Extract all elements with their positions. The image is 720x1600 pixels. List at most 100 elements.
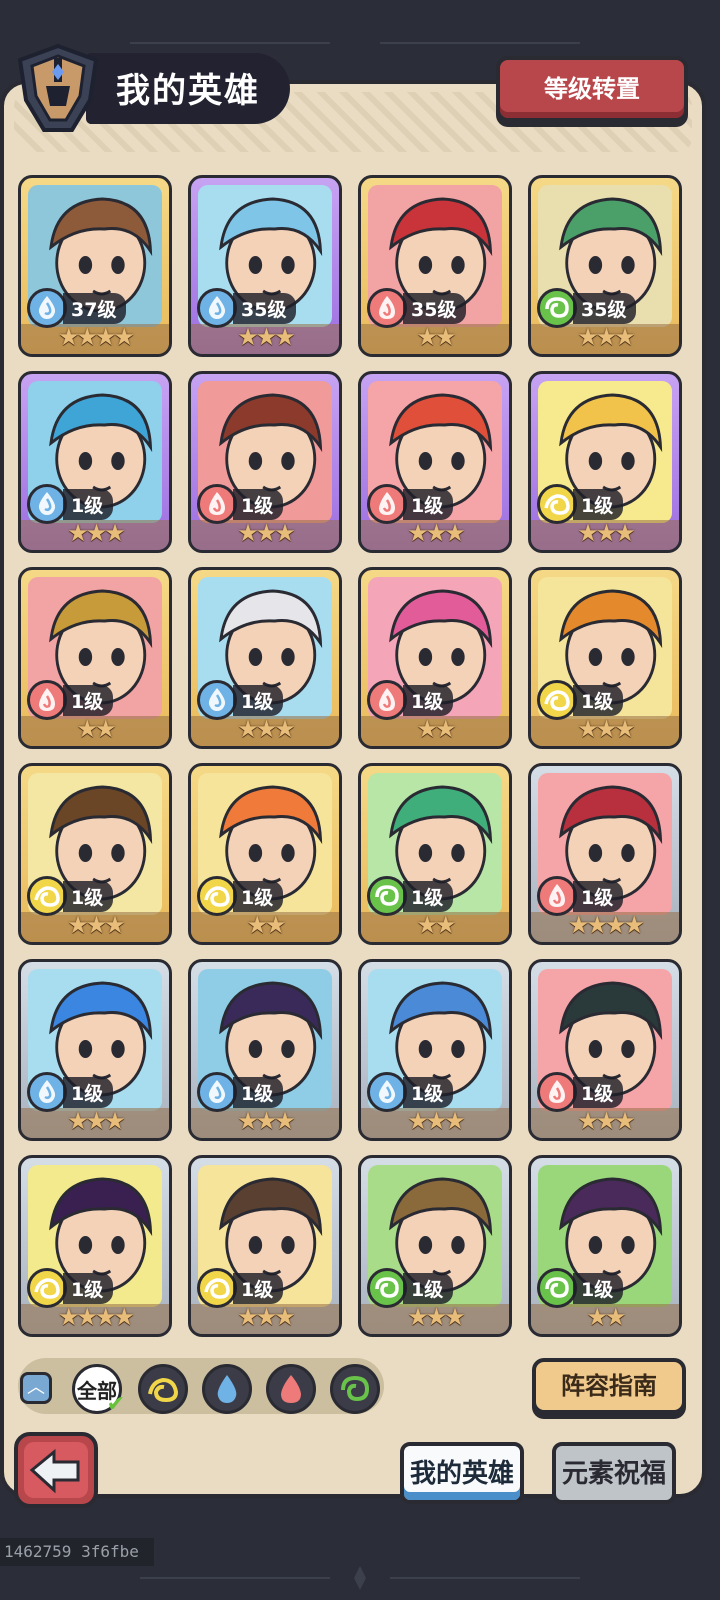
water-element-icon — [27, 288, 67, 328]
filter-wind-chip[interactable] — [330, 1364, 380, 1414]
hero-card[interactable]: 1级 ★★★ — [18, 959, 172, 1141]
hero-card[interactable]: 1级 ★★★ — [528, 567, 682, 749]
wind-element-icon — [367, 1268, 407, 1308]
hero-level-badge: 1级 — [367, 1072, 454, 1112]
earth-element-icon — [27, 876, 67, 916]
earth-element-icon — [537, 680, 577, 720]
hero-stars: ★★★★ — [57, 1303, 135, 1331]
hero-card[interactable]: 1级 ★★★★ — [528, 763, 682, 945]
hero-card[interactable]: 1级 ★★★ — [528, 959, 682, 1141]
fire-element-icon — [537, 876, 577, 916]
hero-card[interactable]: 1级 ★★★ — [358, 959, 512, 1141]
hero-card[interactable]: 1级 ★★★★ — [18, 1155, 172, 1337]
hero-level-badge: 35级 — [537, 288, 637, 328]
hero-level: 1级 — [573, 488, 624, 520]
hero-card[interactable]: 1级 ★★★ — [358, 1155, 512, 1337]
hero-level: 35级 — [403, 292, 467, 324]
water-element-icon — [197, 680, 237, 720]
water-element-icon — [367, 1072, 407, 1112]
hero-card[interactable]: 35级 ★★★ — [188, 175, 342, 357]
hero-level: 1级 — [63, 880, 114, 912]
hero-level-badge: 1级 — [197, 1268, 284, 1308]
hero-card[interactable]: 35级 ★★★ — [528, 175, 682, 357]
hero-stars: ★★ — [246, 911, 286, 939]
hero-card[interactable]: 1级 ★★★ — [18, 371, 172, 553]
hero-level: 35级 — [233, 292, 297, 324]
hero-level-badge: 1级 — [27, 680, 114, 720]
hero-stars: ★★ — [586, 1303, 626, 1331]
hero-level-badge: 1级 — [197, 680, 284, 720]
hero-level: 1级 — [233, 488, 284, 520]
fire-element-icon — [281, 1375, 301, 1403]
hero-level: 1级 — [573, 880, 624, 912]
hero-stars: ★★ — [416, 911, 456, 939]
filter-water-chip[interactable] — [202, 1364, 252, 1414]
hero-level: 1级 — [403, 1076, 454, 1108]
hero-card[interactable]: 35级 ★★ — [358, 175, 512, 357]
filter-fire-chip[interactable] — [266, 1364, 316, 1414]
back-button[interactable] — [14, 1432, 98, 1512]
hero-level-badge: 35级 — [367, 288, 467, 328]
hero-stars: ★★★ — [577, 1107, 636, 1135]
tab-my-heroes[interactable]: 我的英雄 — [400, 1442, 524, 1504]
hero-level-badge: 1级 — [367, 1268, 454, 1308]
hero-card[interactable]: 1级 ★★ — [358, 567, 512, 749]
hero-card[interactable]: 1级 ★★ — [18, 567, 172, 749]
hero-card[interactable]: 1级 ★★ — [528, 1155, 682, 1337]
hero-level: 1级 — [573, 684, 624, 716]
hero-card[interactable]: 1级 ★★★ — [188, 567, 342, 749]
hero-level-badge: 1级 — [367, 484, 454, 524]
hero-level: 1级 — [403, 684, 454, 716]
filter-all-chip[interactable]: 全部 ✔ — [72, 1364, 125, 1417]
wind-element-icon — [367, 876, 407, 916]
hero-stars: ★★★ — [67, 1107, 126, 1135]
hero-card[interactable]: 1级 ★★ — [188, 763, 342, 945]
hero-card[interactable]: 1级 ★★★ — [528, 371, 682, 553]
hero-level-badge: 1级 — [537, 1268, 624, 1308]
hero-level: 35级 — [573, 292, 637, 324]
water-element-icon — [197, 288, 237, 328]
hero-card[interactable]: 1级 ★★★ — [188, 959, 342, 1141]
hero-level-badge: 1级 — [27, 1072, 114, 1112]
hero-stars: ★★★ — [237, 715, 296, 743]
hero-level-badge: 1级 — [27, 484, 114, 524]
fire-element-icon — [367, 288, 407, 328]
hero-card[interactable]: 37级 ★★★★ — [18, 175, 172, 357]
lineup-guide-button[interactable]: 阵容指南 — [532, 1358, 686, 1414]
hero-level-badge: 35级 — [197, 288, 297, 328]
hero-stars: ★★★ — [577, 519, 636, 547]
hero-card[interactable]: 1级 ★★★ — [18, 763, 172, 945]
back-arrow-icon — [14, 1432, 98, 1508]
water-element-icon — [197, 1072, 237, 1112]
checkmark-icon: ✔ — [106, 1392, 125, 1417]
collapse-up-button[interactable]: ︿ — [20, 1372, 52, 1404]
hero-card[interactable]: 1级 ★★★ — [188, 371, 342, 553]
fire-element-icon — [537, 1072, 577, 1112]
earth-element-icon — [197, 1268, 237, 1308]
hero-stars: ★★★ — [67, 519, 126, 547]
wind-element-icon — [537, 288, 577, 328]
hero-level: 1级 — [403, 488, 454, 520]
level-reset-button[interactable]: 等级转置 — [496, 56, 688, 122]
hero-level: 1级 — [63, 1076, 114, 1108]
hero-card[interactable]: 1级 ★★★ — [188, 1155, 342, 1337]
hero-stars: ★★ — [76, 715, 116, 743]
filter-earth-chip[interactable] — [138, 1364, 188, 1414]
tab-element-blessing[interactable]: 元素祝福 — [552, 1442, 676, 1504]
hero-level-badge: 1级 — [27, 1268, 114, 1308]
hero-level-badge: 1级 — [537, 1072, 624, 1112]
hero-stars: ★★★ — [237, 1107, 296, 1135]
hero-level: 1级 — [233, 1076, 284, 1108]
hero-level-badge: 1级 — [537, 680, 624, 720]
hero-stars: ★★★★ — [57, 323, 135, 351]
hero-level: 1级 — [63, 488, 114, 520]
wind-element-icon — [537, 1268, 577, 1308]
hero-card[interactable]: 1级 ★★★ — [358, 371, 512, 553]
helmet-icon — [10, 40, 106, 136]
hero-card[interactable]: 1级 ★★ — [358, 763, 512, 945]
hero-stars: ★★★ — [407, 519, 466, 547]
wind-element-icon — [341, 1375, 370, 1402]
earth-element-icon — [148, 1377, 179, 1403]
fire-element-icon — [197, 484, 237, 524]
hero-level-badge: 1级 — [367, 876, 454, 916]
